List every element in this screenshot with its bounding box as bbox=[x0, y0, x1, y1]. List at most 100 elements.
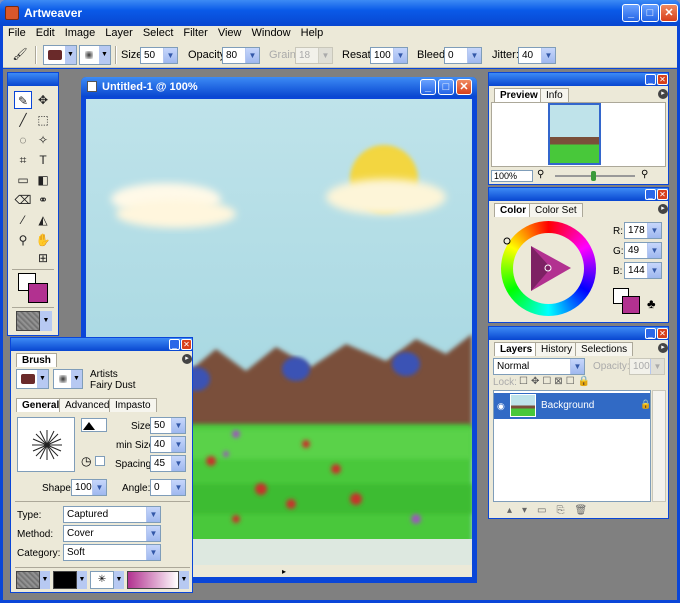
gradient-icon[interactable]: ◧ bbox=[34, 171, 52, 189]
line-icon[interactable]: ╱ bbox=[14, 111, 32, 129]
chevron-down-icon[interactable]: ▼ bbox=[393, 48, 407, 63]
close-icon[interactable]: ✕ bbox=[456, 79, 472, 95]
minimize-icon[interactable]: _ bbox=[169, 339, 180, 350]
minimize-icon[interactable]: _ bbox=[420, 79, 436, 95]
chevron-down-icon[interactable]: ▼ bbox=[92, 480, 106, 495]
foreground-color-swatch[interactable] bbox=[28, 283, 48, 303]
rect-select-icon[interactable]: ⬚ bbox=[34, 111, 52, 129]
brush-variant-picker[interactable]: ▼ bbox=[79, 45, 111, 65]
grid-icon[interactable]: ⊞ bbox=[34, 249, 52, 267]
pressure-checkbox[interactable] bbox=[95, 456, 105, 466]
spacing-field[interactable]: 45 ▼ bbox=[150, 455, 186, 472]
panel-menu-icon[interactable]: ▸ bbox=[658, 89, 668, 99]
chevron-down-icon[interactable]: ▼ bbox=[163, 48, 177, 63]
zoom-in-icon[interactable]: ⚲ bbox=[641, 169, 648, 180]
paper-texture-swatch[interactable] bbox=[16, 311, 40, 331]
clock-icon[interactable]: ◷ bbox=[81, 454, 91, 468]
r-field[interactable]: 178 ▼ bbox=[624, 222, 662, 239]
preview-thumbnail[interactable] bbox=[548, 103, 601, 165]
opacity-combo[interactable]: 80 ▼ bbox=[222, 47, 260, 64]
close-icon[interactable]: ✕ bbox=[657, 74, 668, 85]
chevron-down-icon[interactable]: ▼ bbox=[171, 480, 185, 495]
clone-icon[interactable]: ⚭ bbox=[34, 191, 52, 209]
chevron-down-icon[interactable]: ▼ bbox=[146, 526, 160, 541]
menu-file[interactable]: File bbox=[3, 26, 31, 39]
menu-view[interactable]: View bbox=[213, 26, 247, 39]
angle-field[interactable]: 0 ▼ bbox=[150, 479, 186, 496]
menu-filter[interactable]: Filter bbox=[178, 26, 212, 39]
chevron-down-icon[interactable]: ▼ bbox=[146, 545, 160, 560]
color-picker-icon[interactable]: ♣ bbox=[647, 296, 656, 311]
chevron-down-icon[interactable]: ▼ bbox=[647, 223, 661, 238]
gradient-swatch[interactable] bbox=[127, 571, 179, 589]
size-combo[interactable]: 50 ▼ bbox=[140, 47, 178, 64]
chevron-down-icon[interactable]: ▼ bbox=[245, 48, 259, 63]
minimize-icon[interactable]: _ bbox=[645, 328, 656, 339]
minimize-icon[interactable]: _ bbox=[645, 189, 656, 200]
method-select[interactable]: Cover ▼ bbox=[63, 525, 161, 542]
tab-preview[interactable]: Preview bbox=[494, 88, 544, 102]
minimize-icon[interactable]: _ bbox=[622, 4, 640, 22]
brush-variant-picker[interactable]: ▼ bbox=[53, 369, 83, 389]
tab-general[interactable]: General bbox=[16, 398, 66, 412]
layer-actions[interactable]: ▴▾▭⎘🗑 bbox=[507, 505, 597, 516]
move-icon[interactable]: ✥ bbox=[34, 91, 52, 109]
close-icon[interactable]: ✕ bbox=[181, 339, 192, 350]
nozzle-swatch[interactable]: ✳ bbox=[90, 571, 114, 589]
zoom-icon[interactable]: ⚲ bbox=[14, 231, 32, 249]
menu-select[interactable]: Select bbox=[138, 26, 179, 39]
tab-color-set[interactable]: Color Set bbox=[529, 203, 583, 217]
chevron-down-icon[interactable]: ▼ bbox=[114, 571, 124, 589]
tab-brush[interactable]: Brush bbox=[16, 353, 57, 367]
text-icon[interactable]: T bbox=[34, 151, 52, 169]
tools-panel-titlebar[interactable] bbox=[8, 73, 58, 86]
chevron-down-icon[interactable]: ▼ bbox=[146, 507, 160, 522]
g-field[interactable]: 49 ▼ bbox=[624, 242, 662, 259]
foreground-color-swatch[interactable] bbox=[622, 296, 640, 314]
saturation-triangle[interactable] bbox=[501, 221, 596, 316]
shape-field[interactable]: 100 ▼ bbox=[71, 479, 107, 496]
chevron-down-icon[interactable]: ▼ bbox=[570, 359, 584, 374]
scroll-arrow-icon[interactable]: ▸ bbox=[282, 567, 286, 576]
document-titlebar[interactable]: Untitled-1 @ 100% _ □ ✕ bbox=[81, 77, 477, 97]
resat-combo[interactable]: 100 ▼ bbox=[370, 47, 408, 64]
color-wheel[interactable] bbox=[501, 221, 596, 316]
chevron-down-icon[interactable]: ▼ bbox=[647, 243, 661, 258]
chevron-down-icon[interactable]: ▼ bbox=[171, 437, 185, 452]
chevron-down-icon[interactable]: ▼ bbox=[40, 311, 52, 331]
brush-category-picker[interactable]: ▼ bbox=[16, 369, 49, 389]
lasso-icon[interactable]: ◌ bbox=[14, 131, 32, 149]
menu-layer[interactable]: Layer bbox=[100, 26, 138, 39]
menu-help[interactable]: Help bbox=[296, 26, 329, 39]
eraser-icon[interactable]: ⌫ bbox=[14, 191, 32, 209]
chevron-down-icon[interactable]: ▼ bbox=[77, 571, 87, 589]
tab-selections[interactable]: Selections bbox=[575, 342, 634, 356]
tab-info[interactable]: Info bbox=[540, 88, 569, 102]
preview-panel-titlebar[interactable]: _ ✕ bbox=[489, 73, 668, 86]
chevron-down-icon[interactable]: ▼ bbox=[541, 48, 555, 63]
chevron-down-icon[interactable]: ▼ bbox=[467, 48, 481, 63]
zoom-field[interactable]: 100% bbox=[491, 170, 533, 182]
chevron-down-icon[interactable]: ▼ bbox=[171, 418, 185, 433]
b-field[interactable]: 144 ▼ bbox=[624, 262, 662, 279]
layers-scrollbar[interactable] bbox=[652, 390, 666, 502]
rectangle-icon[interactable]: ▭ bbox=[14, 171, 32, 189]
chevron-down-icon[interactable]: ▼ bbox=[171, 456, 185, 471]
tab-history[interactable]: History bbox=[535, 342, 579, 356]
panel-menu-icon[interactable]: ▸ bbox=[658, 204, 668, 214]
menu-edit[interactable]: Edit bbox=[31, 26, 60, 39]
crop-icon[interactable]: ⌗ bbox=[14, 151, 32, 169]
maximize-icon[interactable]: □ bbox=[438, 79, 454, 95]
category-select[interactable]: Soft ▼ bbox=[63, 544, 161, 561]
magic-wand-icon[interactable]: ✧ bbox=[34, 131, 52, 149]
brush-panel-titlebar[interactable]: _ ✕ bbox=[11, 338, 192, 351]
bleed-combo[interactable]: 0 ▼ bbox=[444, 47, 482, 64]
brush-tool-icon[interactable]: 🖌 bbox=[11, 45, 29, 63]
brush-icon[interactable]: ✎ bbox=[14, 91, 32, 109]
chevron-down-icon[interactable]: ▼ bbox=[40, 571, 50, 589]
brush-category-picker[interactable]: ▼ bbox=[43, 45, 77, 65]
zoom-slider[interactable] bbox=[555, 171, 635, 181]
tab-advanced[interactable]: Advanced bbox=[59, 398, 116, 412]
menu-window[interactable]: Window bbox=[247, 26, 296, 39]
minimize-icon[interactable]: _ bbox=[645, 74, 656, 85]
